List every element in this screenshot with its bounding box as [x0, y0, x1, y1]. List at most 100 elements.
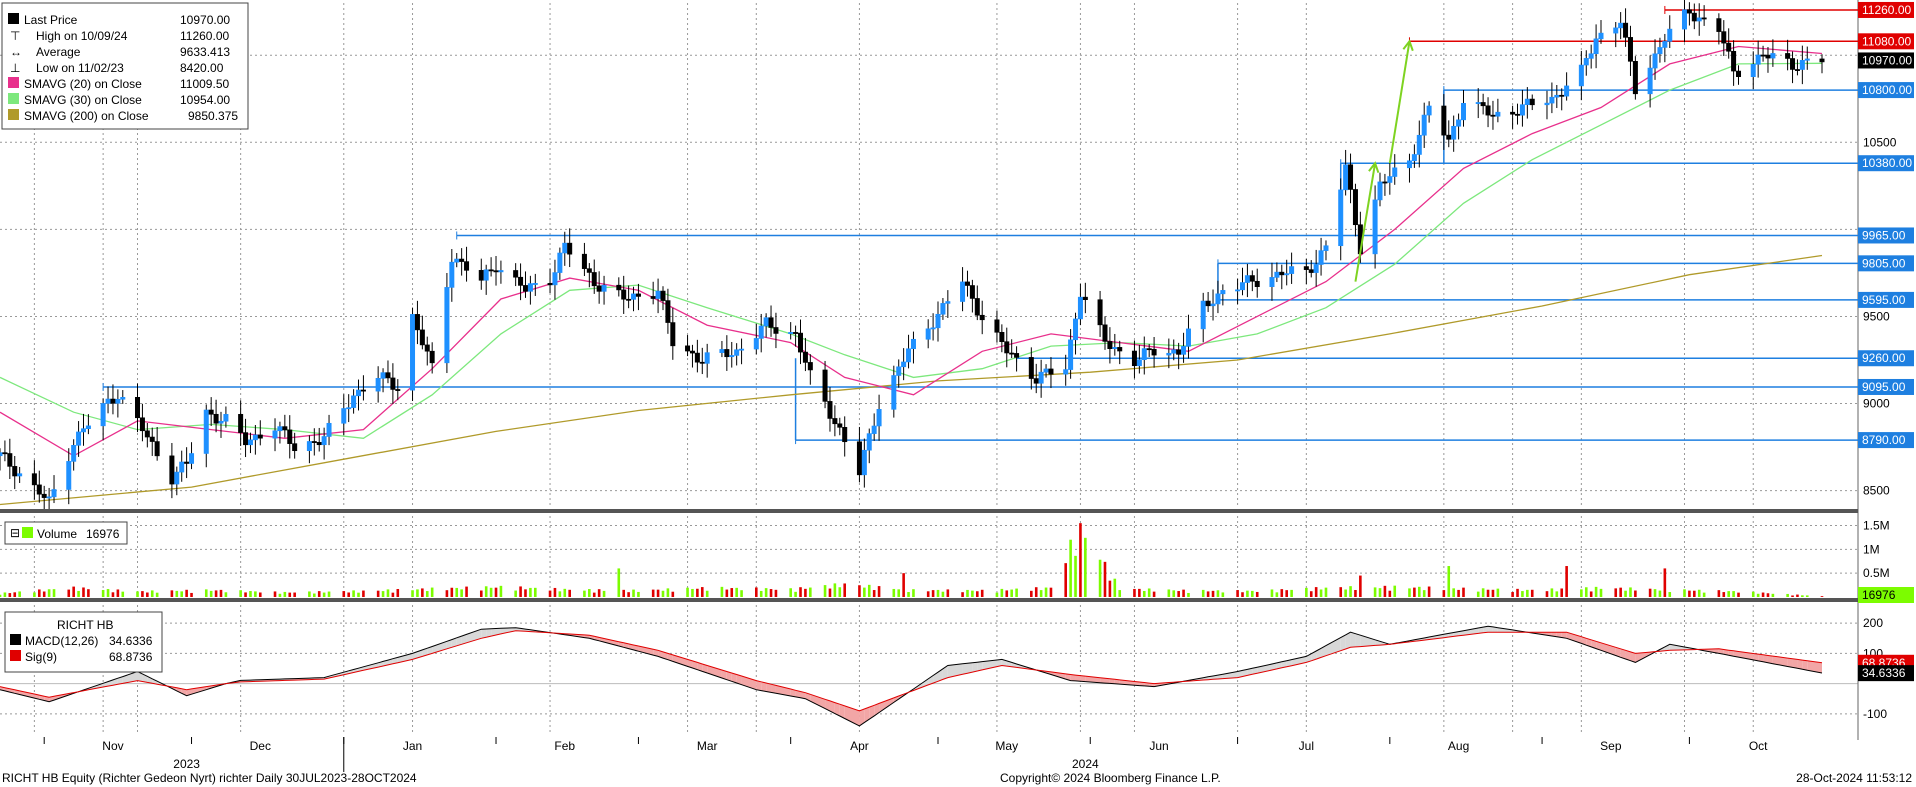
volume-bar [774, 589, 778, 597]
candle-body [1382, 181, 1388, 184]
candle-body [1141, 348, 1147, 360]
volume-bar [1354, 589, 1357, 597]
candle-body [522, 285, 528, 292]
candle-body [1790, 58, 1796, 70]
volume-bar [966, 589, 969, 597]
volume-bar [1039, 590, 1043, 597]
volume-tag-label: 16976 [1862, 588, 1896, 602]
candle-body [1632, 61, 1638, 95]
month-label: Feb [554, 739, 575, 753]
price-tag-label: 9805.00 [1862, 256, 1906, 270]
candle-body [773, 327, 779, 334]
candle-body [1411, 154, 1417, 162]
candle-body [1731, 50, 1737, 72]
year-label: 2024 [1072, 757, 1099, 771]
macd-line [0, 625, 1823, 727]
candle-body [621, 289, 627, 300]
volume-bar [416, 589, 419, 597]
year-label: 2023 [173, 757, 200, 771]
volume-bar [1142, 590, 1146, 597]
volume-tick-label: 1.5M [1863, 519, 1890, 533]
candle-body [768, 317, 774, 328]
candle-body [1205, 300, 1211, 307]
candle-body [694, 352, 700, 363]
candle-body [586, 268, 592, 273]
volume-bar [1147, 588, 1151, 597]
panel-divider[interactable] [0, 598, 1858, 602]
volume-bar [87, 589, 90, 597]
time-axis: Nov Dec Jan Feb Mar Apr May Jun Jul Aug Sep Oct 2023… [43, 737, 1768, 772]
candle-body [685, 345, 691, 352]
candle-body [513, 270, 519, 278]
candle-body [935, 313, 941, 329]
candle-body [351, 395, 357, 408]
candle-body [1043, 368, 1049, 373]
legend-sma200-value: 9850.375 [188, 109, 238, 123]
candle-body [7, 453, 13, 467]
candle-body [1185, 328, 1191, 347]
volume-bar [764, 588, 768, 597]
candle-body [1598, 32, 1604, 40]
volume-bar [101, 589, 105, 597]
price-tag-label: 9965.00 [1862, 228, 1906, 242]
candle-body [1166, 352, 1172, 356]
volume-bar [804, 588, 807, 597]
volume-bar [386, 589, 390, 597]
candle-body [498, 270, 504, 273]
sig-legend-value: 68.8736 [109, 650, 153, 664]
volume-bar [941, 591, 945, 597]
candle-body [861, 449, 867, 476]
candle-body [1681, 9, 1687, 30]
candle-body [798, 332, 804, 353]
volume-bar [1550, 588, 1554, 597]
candle-body [1691, 12, 1697, 22]
macd-swatch [10, 634, 21, 645]
volume-bar [794, 591, 797, 597]
candle-body [660, 290, 666, 301]
candle-body [1799, 60, 1805, 70]
volume-bar [1722, 592, 1726, 597]
candle-body [174, 471, 180, 485]
volume-bar [190, 592, 193, 597]
candle-body [1082, 296, 1088, 301]
panel-divider[interactable] [0, 509, 1858, 513]
volume-bar [1668, 592, 1672, 597]
volume-bar [1069, 539, 1072, 597]
price-tick-label: 9000 [1863, 397, 1890, 411]
candle-body [1176, 349, 1182, 355]
candle-body [444, 287, 450, 364]
candle-body [1112, 347, 1118, 349]
volume-bar [769, 589, 773, 597]
candle-body [277, 426, 283, 432]
candle-body [410, 314, 416, 391]
candle-body [1794, 69, 1800, 71]
volume-bar [1236, 590, 1239, 597]
volume-bar [1275, 592, 1279, 597]
candle-body [272, 430, 278, 439]
macd-fill [962, 663, 968, 675]
volume-bar [1751, 591, 1755, 597]
candle-body [1146, 348, 1152, 351]
collapse-icon[interactable]: ⊟ [10, 526, 20, 540]
volume-bar [592, 592, 596, 597]
candle-body [1559, 94, 1565, 97]
volume-bar [249, 591, 252, 597]
volume-bar [1000, 588, 1004, 597]
volume-bar [1084, 537, 1087, 597]
legend-average-value: 9633.413 [180, 45, 230, 59]
volume-bar [627, 592, 630, 597]
candle-body [940, 303, 946, 315]
volume-bar [1491, 589, 1495, 597]
candle-body [149, 436, 155, 442]
volume-bar [637, 591, 640, 597]
volume-bar [1388, 590, 1392, 597]
volume-bar [421, 588, 424, 597]
candle-body [906, 348, 912, 363]
candle-body [581, 253, 587, 269]
volume-bar [617, 568, 621, 597]
candle-body [910, 338, 916, 350]
price-tag-label: 9595.00 [1862, 293, 1906, 307]
month-label: Dec [250, 739, 271, 753]
volume-bar [1344, 589, 1347, 597]
price-tick-label: 8500 [1863, 484, 1890, 498]
